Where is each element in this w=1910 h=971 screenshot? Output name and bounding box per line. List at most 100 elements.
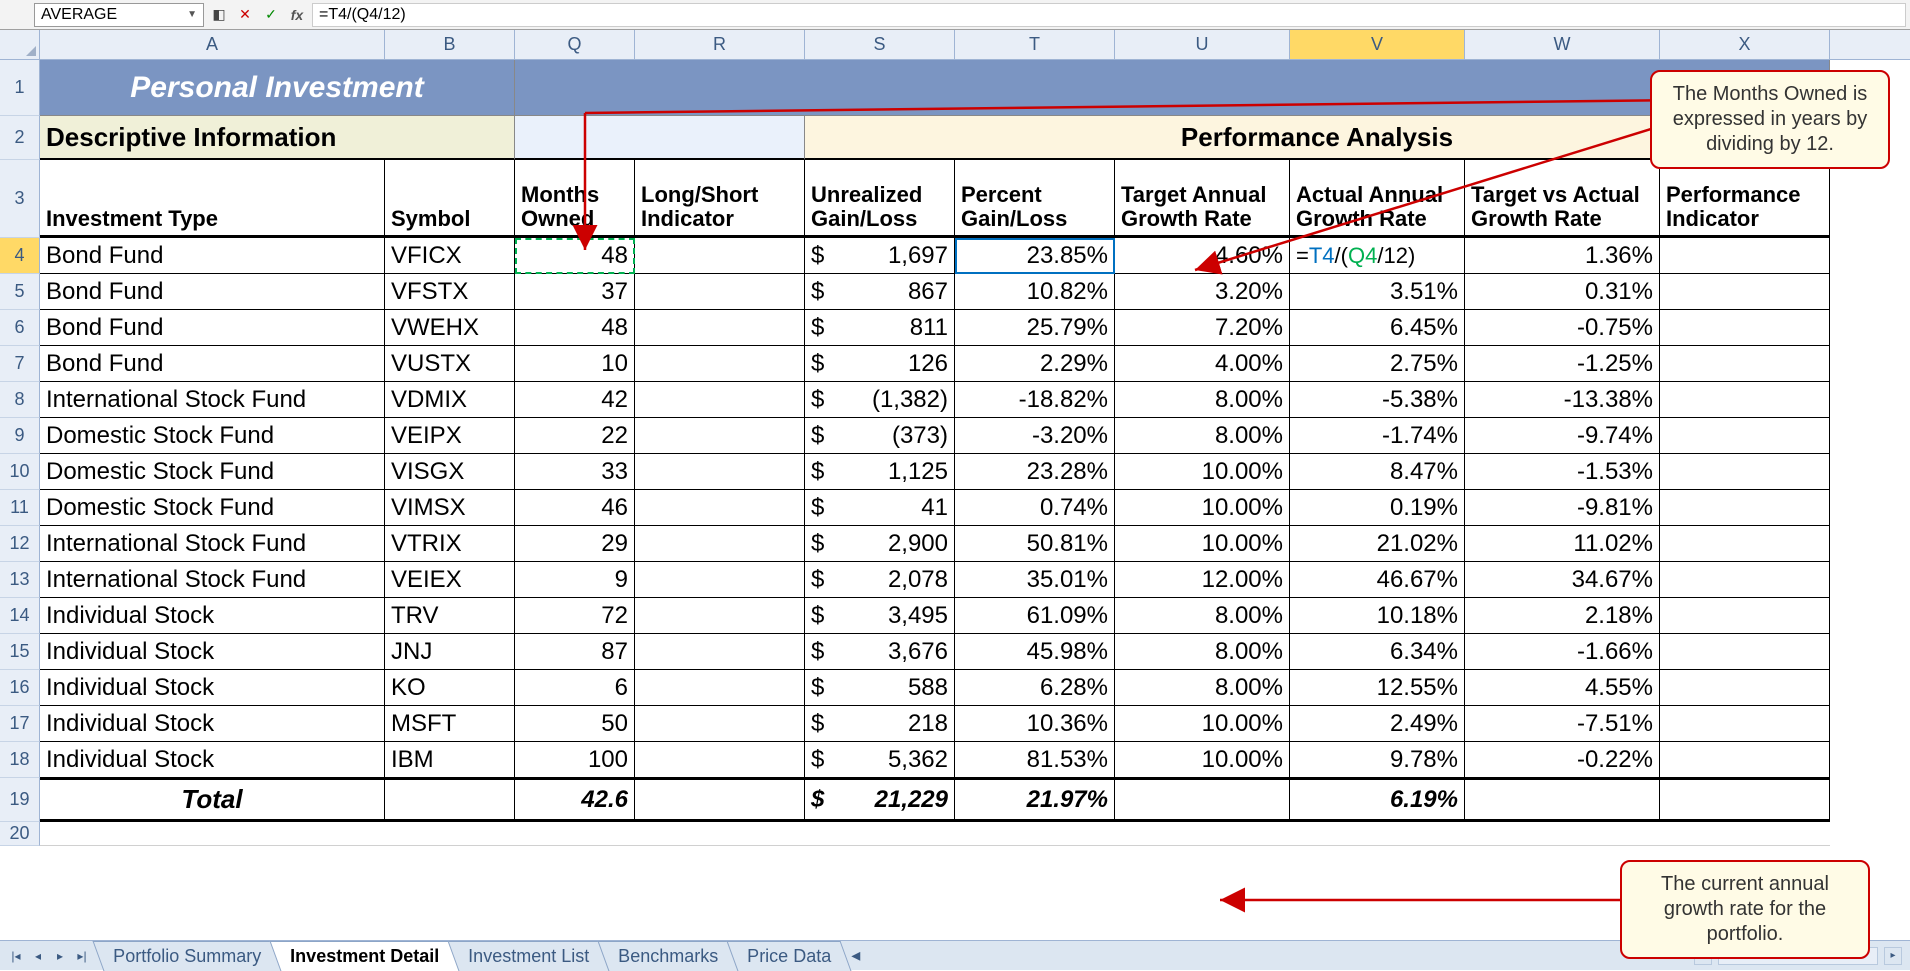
cell-V14[interactable]: 10.18% xyxy=(1290,598,1465,634)
cell-R7[interactable] xyxy=(635,346,805,382)
sheet-tab-benchmarks[interactable]: Benchmarks xyxy=(598,941,739,971)
cell-W8[interactable]: -13.38% xyxy=(1465,382,1660,418)
cell-X13[interactable] xyxy=(1660,562,1830,598)
cell-S11[interactable]: $41 xyxy=(805,490,955,526)
row-header-5[interactable]: 5 xyxy=(0,274,40,310)
cell-R18[interactable] xyxy=(635,742,805,778)
cell-S6[interactable]: $811 xyxy=(805,310,955,346)
cell-B4[interactable]: VFICX xyxy=(385,238,515,274)
cell-R6[interactable] xyxy=(635,310,805,346)
total-u[interactable] xyxy=(1115,778,1290,822)
tab-nav-next[interactable]: ▸ xyxy=(50,946,70,966)
cell-T16[interactable]: 6.28% xyxy=(955,670,1115,706)
cell-X17[interactable] xyxy=(1660,706,1830,742)
cell-B16[interactable]: KO xyxy=(385,670,515,706)
cell-A10[interactable]: Domestic Stock Fund xyxy=(40,454,385,490)
cell-W6[interactable]: -0.75% xyxy=(1465,310,1660,346)
cell-R14[interactable] xyxy=(635,598,805,634)
cell-S17[interactable]: $218 xyxy=(805,706,955,742)
title-spacer[interactable] xyxy=(515,60,1830,116)
formula-input[interactable]: =T4/(Q4/12) xyxy=(312,3,1906,27)
cell-B13[interactable]: VEIEX xyxy=(385,562,515,598)
cell-A17[interactable]: Individual Stock xyxy=(40,706,385,742)
cell-W13[interactable]: 34.67% xyxy=(1465,562,1660,598)
row-header-1[interactable]: 1 xyxy=(0,60,40,116)
cell-B12[interactable]: VTRIX xyxy=(385,526,515,562)
row-header-10[interactable]: 10 xyxy=(0,454,40,490)
cell-B11[interactable]: VIMSX xyxy=(385,490,515,526)
cell-Q18[interactable]: 100 xyxy=(515,742,635,778)
select-all-corner[interactable] xyxy=(0,30,40,59)
cell-A16[interactable]: Individual Stock xyxy=(40,670,385,706)
cell-T8[interactable]: -18.82% xyxy=(955,382,1115,418)
cell-A9[interactable]: Domestic Stock Fund xyxy=(40,418,385,454)
cell-X7[interactable] xyxy=(1660,346,1830,382)
cell-U7[interactable]: 4.00% xyxy=(1115,346,1290,382)
cell-S16[interactable]: $588 xyxy=(805,670,955,706)
col-header-B[interactable]: B xyxy=(385,30,515,59)
cell-R12[interactable] xyxy=(635,526,805,562)
cell-U9[interactable]: 8.00% xyxy=(1115,418,1290,454)
cell-Q8[interactable]: 42 xyxy=(515,382,635,418)
row-header-15[interactable]: 15 xyxy=(0,634,40,670)
cell-V10[interactable]: 8.47% xyxy=(1290,454,1465,490)
sheet-tab-investment-detail[interactable]: Investment Detail xyxy=(270,941,460,971)
cell-R9[interactable] xyxy=(635,418,805,454)
cell-U14[interactable]: 8.00% xyxy=(1115,598,1290,634)
cell-S18[interactable]: $5,362 xyxy=(805,742,955,778)
col-header-V[interactable]: V xyxy=(1290,30,1465,59)
cell-U10[interactable]: 10.00% xyxy=(1115,454,1290,490)
cell-A12[interactable]: International Stock Fund xyxy=(40,526,385,562)
total-symbol[interactable] xyxy=(385,778,515,822)
total-r[interactable] xyxy=(635,778,805,822)
cell-V12[interactable]: 21.02% xyxy=(1290,526,1465,562)
cell-V15[interactable]: 6.34% xyxy=(1290,634,1465,670)
col-header-Q[interactable]: Q xyxy=(515,30,635,59)
cell-X8[interactable] xyxy=(1660,382,1830,418)
hdr-long-short[interactable]: Long/Short Indicator xyxy=(635,160,805,238)
cell-U13[interactable]: 12.00% xyxy=(1115,562,1290,598)
cell-B18[interactable]: IBM xyxy=(385,742,515,778)
cell-R15[interactable] xyxy=(635,634,805,670)
cell-T6[interactable]: 25.79% xyxy=(955,310,1115,346)
hdr-actual-growth[interactable]: Actual Annual Growth Rate xyxy=(1290,160,1465,238)
cell-Q14[interactable]: 72 xyxy=(515,598,635,634)
cell-B9[interactable]: VEIPX xyxy=(385,418,515,454)
cell-V5[interactable]: 3.51% xyxy=(1290,274,1465,310)
cell-T11[interactable]: 0.74% xyxy=(955,490,1115,526)
descriptive-header[interactable]: Descriptive Information xyxy=(40,116,515,160)
tab-nav-last[interactable]: ▸| xyxy=(72,946,92,966)
cell-U11[interactable]: 10.00% xyxy=(1115,490,1290,526)
row-header-16[interactable]: 16 xyxy=(0,670,40,706)
cell-A8[interactable]: International Stock Fund xyxy=(40,382,385,418)
spreadsheet-grid[interactable]: 1 Personal Investment 2 Descriptive Info… xyxy=(0,60,1910,846)
cell-B8[interactable]: VDMIX xyxy=(385,382,515,418)
cell-R17[interactable] xyxy=(635,706,805,742)
cell-R11[interactable] xyxy=(635,490,805,526)
cell-U16[interactable]: 8.00% xyxy=(1115,670,1290,706)
cell-W11[interactable]: -9.81% xyxy=(1465,490,1660,526)
hdr-months-owned[interactable]: Months Owned xyxy=(515,160,635,238)
cell-B5[interactable]: VFSTX xyxy=(385,274,515,310)
cell-R8[interactable] xyxy=(635,382,805,418)
cell-W18[interactable]: -0.22% xyxy=(1465,742,1660,778)
total-pct[interactable]: 21.97% xyxy=(955,778,1115,822)
cell-W5[interactable]: 0.31% xyxy=(1465,274,1660,310)
accept-formula-button[interactable]: ✓ xyxy=(260,4,282,26)
cell-W15[interactable]: -1.66% xyxy=(1465,634,1660,670)
sheet-tab-portfolio-summary[interactable]: Portfolio Summary xyxy=(93,941,282,971)
row-header-3[interactable]: 3 xyxy=(0,160,40,238)
cell-V4-editing[interactable]: =T4/(Q4/12) xyxy=(1290,238,1465,274)
cell-W17[interactable]: -7.51% xyxy=(1465,706,1660,742)
cell-B17[interactable]: MSFT xyxy=(385,706,515,742)
cell-S13[interactable]: $2,078 xyxy=(805,562,955,598)
cell-R10[interactable] xyxy=(635,454,805,490)
cell-R4[interactable] xyxy=(635,238,805,274)
total-w[interactable] xyxy=(1465,778,1660,822)
cell-U8[interactable]: 8.00% xyxy=(1115,382,1290,418)
cell-R16[interactable] xyxy=(635,670,805,706)
cell-V8[interactable]: -5.38% xyxy=(1290,382,1465,418)
cell-T12[interactable]: 50.81% xyxy=(955,526,1115,562)
mid-spacer[interactable] xyxy=(515,116,805,160)
cell-Q13[interactable]: 9 xyxy=(515,562,635,598)
